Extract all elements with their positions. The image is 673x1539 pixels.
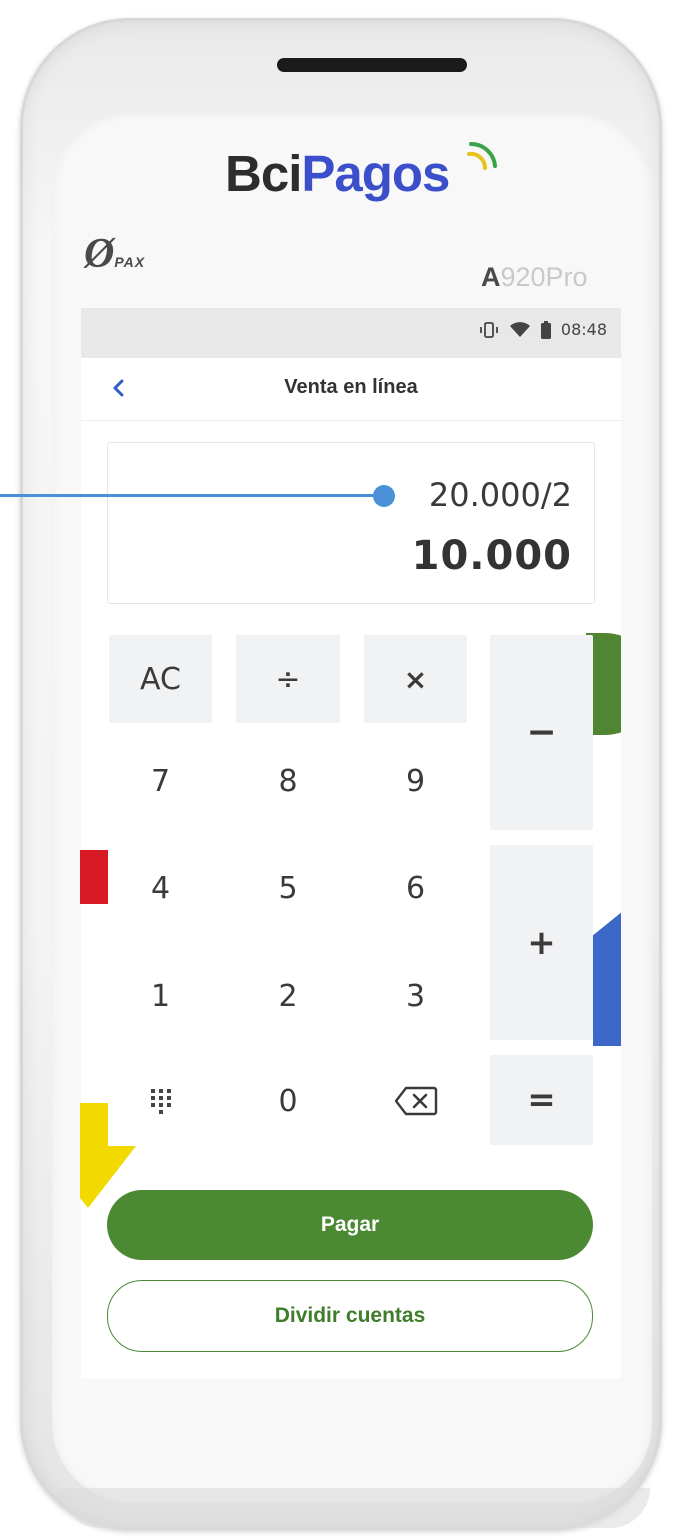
speaker-grille xyxy=(277,58,467,72)
model-number: 920Pro xyxy=(500,262,588,292)
wifi-icon xyxy=(509,321,530,337)
red-decor-shape xyxy=(80,850,108,904)
brand-logo: BciPagos xyxy=(225,145,450,202)
digit-9-button[interactable]: 9 xyxy=(364,738,467,824)
app-header: Venta en línea xyxy=(81,358,621,421)
digit-6-button[interactable]: 6 xyxy=(364,845,467,931)
maker-logo: ØPAX xyxy=(84,230,145,278)
digit-4-button[interactable]: 4 xyxy=(109,845,212,931)
result-text: 10.000 xyxy=(411,533,572,579)
terminal-screen: 08:48 Venta en línea 20.000/2 10.000 AC … xyxy=(81,308,621,1378)
split-bill-button[interactable]: Dividir cuentas xyxy=(107,1280,593,1352)
yellow-decor-shape xyxy=(80,1103,136,1208)
model-letter: A xyxy=(481,262,501,292)
callout-dot xyxy=(373,485,395,507)
maker-name: PAX xyxy=(114,254,146,270)
digit-7-button[interactable]: 7 xyxy=(109,738,212,824)
digit-5-button[interactable]: 5 xyxy=(236,845,340,931)
clear-button[interactable]: AC xyxy=(109,635,212,723)
digit-1-button[interactable]: 1 xyxy=(109,953,212,1039)
expression-text: 20.000/2 xyxy=(428,476,572,514)
blue-decor-shape xyxy=(593,911,621,1046)
status-icons: 08:48 xyxy=(479,320,607,339)
brand-pagos-text: Pagos xyxy=(301,145,450,202)
divide-button[interactable]: ÷ xyxy=(236,635,340,723)
page-title: Venta en línea xyxy=(284,376,418,398)
device-bottom-edge xyxy=(60,1488,650,1528)
status-bar: 08:48 xyxy=(81,308,621,358)
plus-button[interactable]: + xyxy=(490,845,593,1040)
digit-8-button[interactable]: 8 xyxy=(236,738,340,824)
calculator-display: 20.000/2 10.000 xyxy=(107,442,595,604)
maker-swirl-icon: Ø xyxy=(84,231,115,277)
equals-button[interactable]: = xyxy=(490,1055,593,1145)
pay-button[interactable]: Pagar xyxy=(107,1190,593,1260)
brand-bci-text: Bci xyxy=(225,145,302,202)
brand-signal-icon xyxy=(467,141,497,170)
digit-3-button[interactable]: 3 xyxy=(364,953,467,1039)
multiply-button[interactable]: × xyxy=(364,635,467,723)
callout-line xyxy=(0,494,382,497)
vibrate-icon xyxy=(479,321,498,338)
model-label: A920Pro xyxy=(481,262,588,293)
dialpad-icon xyxy=(150,1089,171,1114)
minus-button[interactable]: − xyxy=(490,635,593,830)
backspace-icon xyxy=(394,1086,437,1116)
backspace-button[interactable] xyxy=(364,1058,467,1144)
digit-2-button[interactable]: 2 xyxy=(236,953,340,1039)
status-time: 08:48 xyxy=(560,320,607,339)
battery-icon xyxy=(540,320,551,339)
digit-0-button[interactable]: 0 xyxy=(236,1058,340,1144)
